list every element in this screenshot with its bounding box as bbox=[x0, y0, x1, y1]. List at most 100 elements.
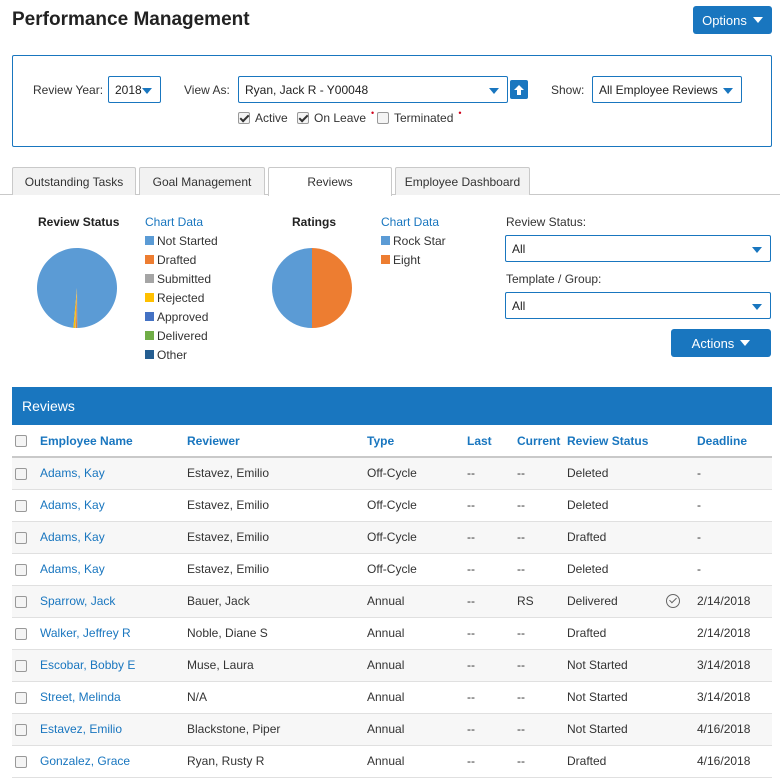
col-last[interactable]: Last bbox=[467, 425, 517, 458]
row-select-cell[interactable] bbox=[12, 457, 40, 490]
row-checkbox[interactable] bbox=[15, 755, 27, 768]
table-row[interactable]: Adams, Kay Estavez, Emilio Off-Cycle -- -- De… bbox=[12, 489, 772, 522]
tab-label: Reviews bbox=[307, 175, 353, 189]
row-select-cell[interactable] bbox=[12, 745, 40, 778]
col-employee-name[interactable]: Employee Name bbox=[40, 425, 187, 458]
employee-name-link[interactable]: Walker, Jeffrey R bbox=[40, 617, 187, 650]
type-cell: Off-Cycle bbox=[367, 457, 467, 490]
row-checkbox[interactable] bbox=[15, 563, 27, 576]
col-reviewer[interactable]: Reviewer bbox=[187, 425, 367, 458]
col-review-status[interactable]: Review Status bbox=[567, 425, 697, 458]
col-current[interactable]: Current bbox=[517, 425, 567, 458]
legend-label: Drafted bbox=[157, 252, 197, 267]
reviewer-cell: Noble, Diane S bbox=[187, 617, 367, 650]
table-row[interactable]: Sparrow, Jack Bauer, Jack Annual -- RS Delive… bbox=[12, 585, 772, 618]
row-checkbox[interactable] bbox=[15, 595, 27, 608]
select-all-cell[interactable] bbox=[12, 425, 40, 458]
employee-name-link[interactable]: Sparrow, Jack bbox=[40, 585, 187, 618]
last-cell: -- bbox=[467, 713, 517, 746]
view-as-label: View As: bbox=[184, 83, 230, 97]
col-type[interactable]: Type bbox=[367, 425, 467, 458]
row-checkbox[interactable] bbox=[15, 659, 27, 672]
review-status-text: Drafted bbox=[567, 754, 607, 768]
on-leave-label: On Leave bbox=[314, 111, 367, 125]
last-cell: -- bbox=[467, 617, 517, 650]
row-select-cell[interactable] bbox=[12, 585, 40, 618]
tab-outstanding-tasks[interactable]: Outstanding Tasks bbox=[12, 167, 136, 195]
row-checkbox[interactable] bbox=[15, 627, 27, 640]
active-checkbox-item[interactable]: Active bbox=[238, 111, 288, 125]
on-leave-checkbox[interactable] bbox=[297, 112, 309, 124]
active-label: Active bbox=[255, 111, 288, 125]
review-status-chart-data-link[interactable]: Chart Data bbox=[145, 215, 203, 229]
employee-name-link[interactable]: Adams, Kay bbox=[40, 457, 187, 490]
table-row[interactable]: Walker, Jeffrey R Noble, Diane S Annual -- -… bbox=[12, 617, 772, 650]
template-group-select[interactable]: All bbox=[505, 292, 771, 319]
table-row[interactable]: Adams, Kay Estavez, Emilio Off-Cycle -- -- Dr… bbox=[12, 521, 772, 554]
table-row[interactable]: Adams, Kay Estavez, Emilio Off-Cycle -- -- De… bbox=[12, 457, 772, 490]
template-group-label: Template / Group: bbox=[506, 272, 602, 286]
select-all-checkbox[interactable] bbox=[15, 435, 27, 448]
check-circle-icon bbox=[666, 594, 680, 608]
deadline-cell: 2/14/2018 bbox=[697, 585, 772, 618]
options-button[interactable]: Options bbox=[693, 6, 772, 34]
employee-name-link[interactable]: Adams, Kay bbox=[40, 521, 187, 554]
row-checkbox[interactable] bbox=[15, 499, 27, 512]
show-select[interactable]: All Employee Reviews bbox=[592, 76, 742, 103]
table-row[interactable]: Escobar, Bobby E Muse, Laura Annual -- -- Not… bbox=[12, 649, 772, 682]
deadline-cell: - bbox=[697, 553, 772, 586]
row-checkbox[interactable] bbox=[15, 531, 27, 544]
actions-button[interactable]: Actions bbox=[671, 329, 771, 357]
row-select-cell[interactable] bbox=[12, 713, 40, 746]
legend-item: Delivered bbox=[145, 326, 218, 345]
employee-name-link[interactable]: Escobar, Bobby E bbox=[40, 649, 187, 682]
employee-name-link[interactable]: Adams, Kay bbox=[40, 553, 187, 586]
ratings-pie-chart bbox=[272, 248, 352, 328]
row-select-cell[interactable] bbox=[12, 649, 40, 682]
row-select-cell[interactable] bbox=[12, 681, 40, 714]
tab-employee-dashboard[interactable]: Employee Dashboard bbox=[395, 167, 530, 195]
legend-swatch bbox=[145, 331, 154, 340]
employee-name-link[interactable]: Estavez, Emilio bbox=[40, 713, 187, 746]
employee-name-link[interactable]: Adams, Kay bbox=[40, 489, 187, 522]
terminated-checkbox-item[interactable]: Terminated • bbox=[377, 108, 462, 125]
employee-name-link[interactable]: Street, Melinda bbox=[40, 681, 187, 714]
last-cell: -- bbox=[467, 521, 517, 554]
review-status-cell: Deleted bbox=[567, 489, 697, 522]
up-arrow-icon bbox=[514, 84, 524, 95]
legend-swatch bbox=[145, 312, 154, 321]
view-as-select[interactable]: Ryan, Jack R - Y00048 bbox=[238, 76, 508, 103]
col-deadline[interactable]: Deadline bbox=[697, 425, 772, 458]
legend-label: Approved bbox=[157, 309, 209, 324]
row-select-cell[interactable] bbox=[12, 553, 40, 586]
reviews-title: Reviews bbox=[22, 398, 75, 414]
review-status-legend: Not Started Drafted Submitted Rejected Appro… bbox=[145, 231, 218, 364]
row-checkbox[interactable] bbox=[15, 468, 27, 481]
current-cell: -- bbox=[517, 489, 567, 522]
legend-label: Not Started bbox=[157, 233, 218, 248]
table-row[interactable]: Adams, Kay Estavez, Emilio Off-Cycle -- -- De… bbox=[12, 553, 772, 586]
tab-label: Employee Dashboard bbox=[404, 174, 521, 189]
row-select-cell[interactable] bbox=[12, 489, 40, 522]
tab-goal-management[interactable]: Goal Management bbox=[139, 167, 265, 195]
table-row[interactable]: Estavez, Emilio Blackstone, Piper Annual --… bbox=[12, 713, 772, 746]
terminated-checkbox[interactable] bbox=[377, 112, 389, 124]
table-row[interactable]: Street, Melinda N/A Annual -- -- Not Started 3… bbox=[12, 681, 772, 714]
tab-reviews[interactable]: Reviews bbox=[268, 167, 392, 196]
table-row[interactable]: Gonzalez, Grace Ryan, Rusty R Annual -- -- Dr… bbox=[12, 745, 772, 778]
ratings-chart-data-link[interactable]: Chart Data bbox=[381, 215, 439, 229]
ratings-legend: Rock Star Eight bbox=[381, 231, 446, 269]
row-checkbox[interactable] bbox=[15, 723, 27, 736]
caret-down-icon bbox=[142, 88, 152, 94]
row-select-cell[interactable] bbox=[12, 617, 40, 650]
on-leave-checkbox-item[interactable]: On Leave • bbox=[297, 108, 374, 125]
row-checkbox[interactable] bbox=[15, 691, 27, 704]
review-year-select[interactable]: 2018 bbox=[108, 76, 161, 103]
row-select-cell[interactable] bbox=[12, 521, 40, 554]
review-status-cell: Deleted bbox=[567, 457, 697, 490]
review-status-filter-select[interactable]: All bbox=[505, 235, 771, 262]
employee-name-link[interactable]: Gonzalez, Grace bbox=[40, 745, 187, 778]
review-status-text: Not Started bbox=[567, 658, 628, 672]
upload-arrow-button[interactable] bbox=[510, 80, 528, 99]
active-checkbox[interactable] bbox=[238, 112, 250, 124]
